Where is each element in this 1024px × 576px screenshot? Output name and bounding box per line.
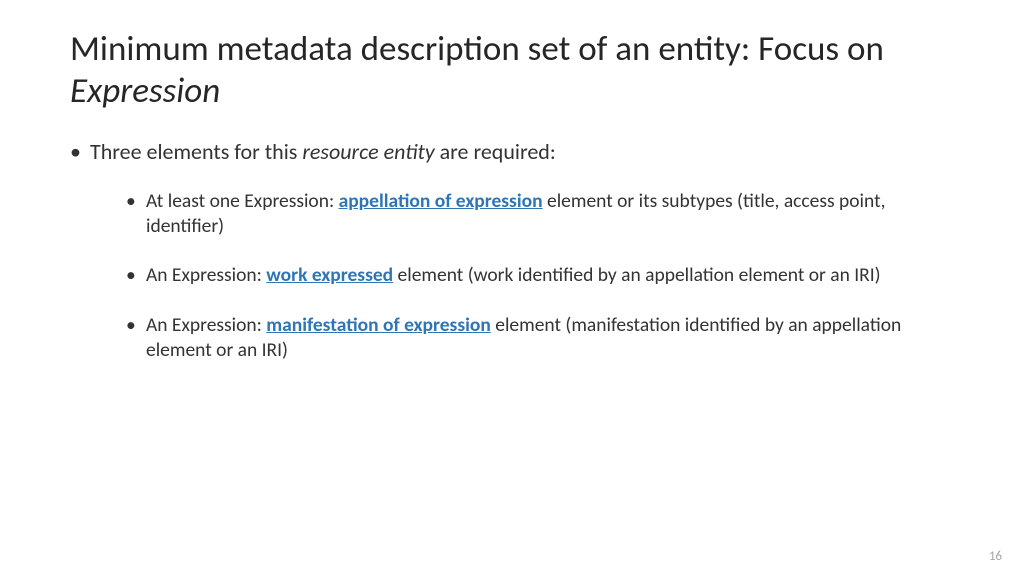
main-bullet-post: are required:	[435, 138, 556, 165]
sub3-pre: An Expression:	[146, 313, 266, 337]
main-bullet-italic: resource entity	[302, 138, 434, 165]
page-number: 16	[989, 549, 1002, 564]
sub-bullet-item-3: An Expression: manifestation of expressi…	[126, 313, 954, 364]
slide-content: Minimum metadata description set of an e…	[0, 0, 1024, 427]
sub-bullet-item-1: At least one Expression: appellation of …	[126, 189, 954, 240]
main-bullet-item: Three elements for this resource entity …	[70, 138, 954, 363]
title-text: Minimum metadata description set of an e…	[70, 28, 884, 70]
link-work-expressed[interactable]: work expressed	[266, 263, 393, 287]
main-bullet-list: Three elements for this resource entity …	[70, 138, 954, 363]
sub-bullet-list: At least one Expression: appellation of …	[90, 189, 954, 364]
sub2-post: element (work identified by an appellati…	[393, 263, 880, 287]
slide-title: Minimum metadata description set of an e…	[70, 28, 954, 112]
link-appellation-of-expression[interactable]: appellation of expression	[339, 189, 543, 213]
sub-bullet-item-2: An Expression: work expressed element (w…	[126, 263, 954, 288]
title-italic: Expression	[70, 70, 220, 112]
sub2-pre: An Expression:	[146, 263, 266, 287]
main-bullet-pre: Three elements for this	[90, 138, 302, 165]
link-manifestation-of-expression[interactable]: manifestation of expression	[266, 313, 491, 337]
sub1-pre: At least one Expression:	[146, 189, 339, 213]
